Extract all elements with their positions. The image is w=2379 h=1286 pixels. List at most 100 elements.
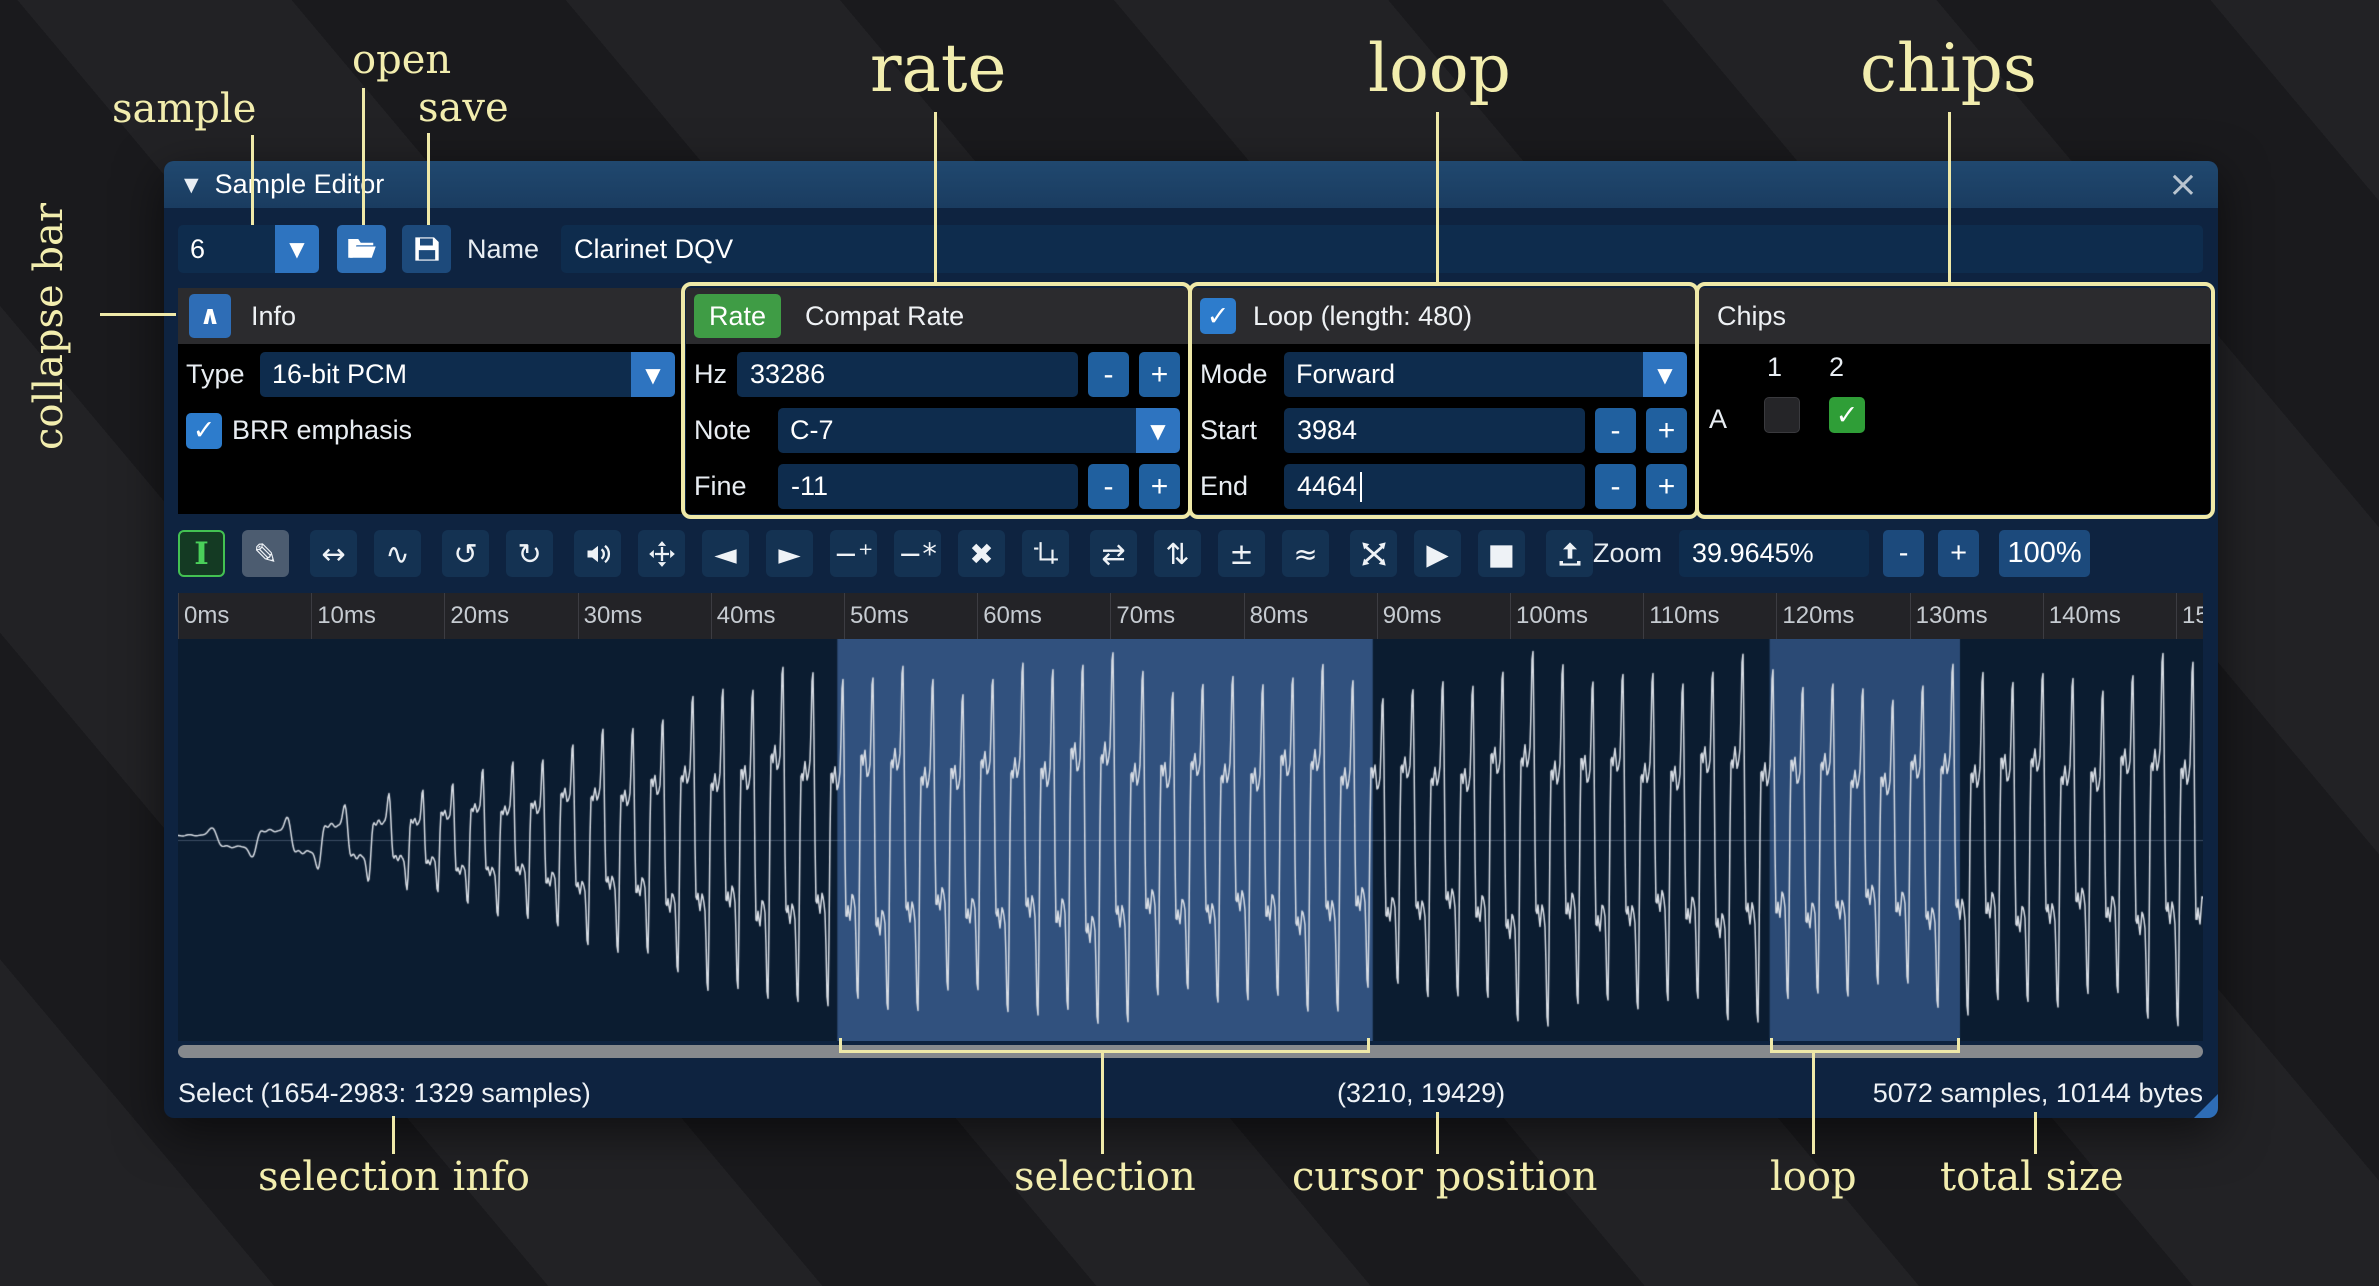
waveform-scrollbar[interactable] <box>178 1045 2203 1058</box>
chevron-down-icon[interactable]: ▼ <box>1136 408 1180 453</box>
loop-start-decrement-button[interactable]: - <box>1595 408 1636 453</box>
window-resize-grip[interactable] <box>2194 1094 2218 1118</box>
upload-icon <box>1556 540 1584 568</box>
timeline-ruler[interactable]: 0ms10ms20ms30ms40ms50ms60ms70ms80ms90ms1… <box>178 593 2203 639</box>
close-icon[interactable]: × <box>2168 167 2198 203</box>
loop-enable-checkbox[interactable]: ✓ <box>1200 298 1236 334</box>
zoom-label: Zoom <box>1593 538 1662 569</box>
loop-panel: ✓ Loop (length: 480) Mode Forward ▼ Star… <box>1192 288 1695 514</box>
window-title: Sample Editor <box>215 169 385 200</box>
loop-panel-title: Loop (length: 480) <box>1253 301 1472 332</box>
chevron-down-icon[interactable]: ▼ <box>631 352 675 397</box>
zoom-reset-button[interactable]: 100% <box>1999 530 2090 577</box>
ruler-label: 70ms <box>1116 602 1175 630</box>
fine-decrement-button[interactable]: - <box>1088 464 1129 509</box>
loop-panel-header: ✓ Loop (length: 480) <box>1192 288 1695 344</box>
normalize-button[interactable] <box>638 530 685 577</box>
chip-1-checkbox[interactable] <box>1764 397 1800 433</box>
resize-button[interactable]: ↔ <box>310 530 357 577</box>
sample-selector[interactable]: 6 ▼ <box>178 225 319 273</box>
ruler-label: 50ms <box>850 602 909 630</box>
redo-button[interactable]: ↻ <box>506 530 553 577</box>
fine-input[interactable]: -11 <box>778 464 1078 509</box>
zoom-out-button[interactable]: - <box>1883 530 1924 577</box>
titlebar[interactable]: ▼ Sample Editor × <box>164 161 2218 208</box>
window-collapse-icon[interactable]: ▼ <box>184 174 199 196</box>
filter-button[interactable]: ≈ <box>1282 530 1329 577</box>
selection-info-text: Select (1654-2983: 1329 samples) <box>178 1078 591 1109</box>
status-bar: Select (1654-2983: 1329 samples) (3210, … <box>178 1070 2203 1114</box>
folder-open-icon <box>347 234 377 264</box>
ruler-tick <box>844 593 845 639</box>
play-button[interactable]: ▶ <box>1414 530 1461 577</box>
delete-button[interactable]: ✖ <box>958 530 1005 577</box>
hz-increment-button[interactable]: + <box>1139 352 1180 397</box>
ruler-tick <box>977 593 978 639</box>
brr-emphasis-checkbox[interactable]: ✓ <box>186 413 222 449</box>
ruler-label: 80ms <box>1250 602 1309 630</box>
ruler-tick <box>178 593 179 639</box>
info-panel-title: Info <box>251 301 296 332</box>
resample-button[interactable]: ∿ <box>374 530 421 577</box>
open-button[interactable] <box>337 225 386 273</box>
amplify-button[interactable] <box>574 530 621 577</box>
loop-mode-dropdown[interactable]: Forward ▼ <box>1284 352 1687 397</box>
annotation-line-total-size <box>2034 1112 2037 1154</box>
ruler-label: 110ms <box>1649 602 1719 630</box>
fade-in-button[interactable]: ◄ <box>702 530 749 577</box>
select-tool-button[interactable]: I <box>178 530 225 577</box>
type-dropdown[interactable]: 16-bit PCM ▼ <box>260 352 675 397</box>
ruler-label: 60ms <box>983 602 1042 630</box>
ruler-label: 150ms <box>2182 602 2203 630</box>
fine-label: Fine <box>694 471 768 502</box>
type-value: 16-bit PCM <box>260 352 631 397</box>
ruler-label: 30ms <box>584 602 643 630</box>
trim-button[interactable] <box>1022 530 1069 577</box>
reverse-button[interactable]: ⇄ <box>1090 530 1137 577</box>
sign-flip-button[interactable]: ± <box>1218 530 1265 577</box>
note-dropdown[interactable]: C-7 ▼ <box>778 408 1180 453</box>
rate-panel: Rate Compat Rate Hz 33286 - + Note C-7 ▼… <box>686 288 1188 514</box>
loop-end-value: 4464 <box>1297 471 1357 502</box>
collapse-bar-button[interactable]: ∧ <box>189 294 231 338</box>
zoom-input[interactable]: 39.9645% <box>1679 530 1869 577</box>
invert-button[interactable]: ⇅ <box>1154 530 1201 577</box>
ruler-tick <box>711 593 712 639</box>
import-button[interactable] <box>1546 530 1593 577</box>
loop-end-decrement-button[interactable]: - <box>1595 464 1636 509</box>
cursor-position-text: (3210, 19429) <box>1337 1078 1505 1109</box>
insert-silence-button[interactable]: −⁺ <box>830 530 877 577</box>
rate-panel-header: Rate Compat Rate <box>686 288 1188 344</box>
apply-silence-button[interactable]: −* <box>894 530 941 577</box>
crossed-arrows-icon <box>1360 540 1388 568</box>
info-panel-header: ∧ Info <box>178 288 683 344</box>
chevron-down-icon[interactable]: ▼ <box>1643 352 1687 397</box>
draw-tool-button[interactable]: ✎ <box>242 530 289 577</box>
rate-mode-button[interactable]: Rate <box>694 294 781 338</box>
preview-crossfade-button[interactable] <box>1350 530 1397 577</box>
loop-end-increment-button[interactable]: + <box>1646 464 1687 509</box>
save-button[interactable] <box>402 225 451 273</box>
fade-out-button[interactable]: ► <box>766 530 813 577</box>
ruler-label: 0ms <box>184 602 229 630</box>
loop-start-input[interactable]: 3984 <box>1284 408 1585 453</box>
loop-start-increment-button[interactable]: + <box>1646 408 1687 453</box>
waveform-canvas[interactable] <box>178 639 2203 1041</box>
hz-decrement-button[interactable]: - <box>1088 352 1129 397</box>
hz-input[interactable]: 33286 <box>737 352 1078 397</box>
zoom-in-button[interactable]: + <box>1938 530 1979 577</box>
fine-increment-button[interactable]: + <box>1139 464 1180 509</box>
chip-2-checkbox[interactable]: ✓ <box>1829 397 1865 433</box>
annotation-rate: rate <box>870 30 1006 107</box>
stop-button[interactable]: ■ <box>1478 530 1525 577</box>
text-caret <box>1360 472 1362 502</box>
chevron-down-icon[interactable]: ▼ <box>275 225 319 273</box>
ruler-tick <box>444 593 445 639</box>
loop-end-input[interactable]: 4464 <box>1284 464 1585 509</box>
annotation-line-cursor-position <box>1436 1112 1439 1154</box>
name-input[interactable]: Clarinet DQV <box>561 225 2203 273</box>
undo-button[interactable]: ↺ <box>442 530 489 577</box>
annotation-collapse-bar: collapse bar <box>26 188 72 450</box>
chips-panel: Chips 1 2 A ✓ <box>1699 288 2210 514</box>
crop-icon <box>1033 541 1059 567</box>
